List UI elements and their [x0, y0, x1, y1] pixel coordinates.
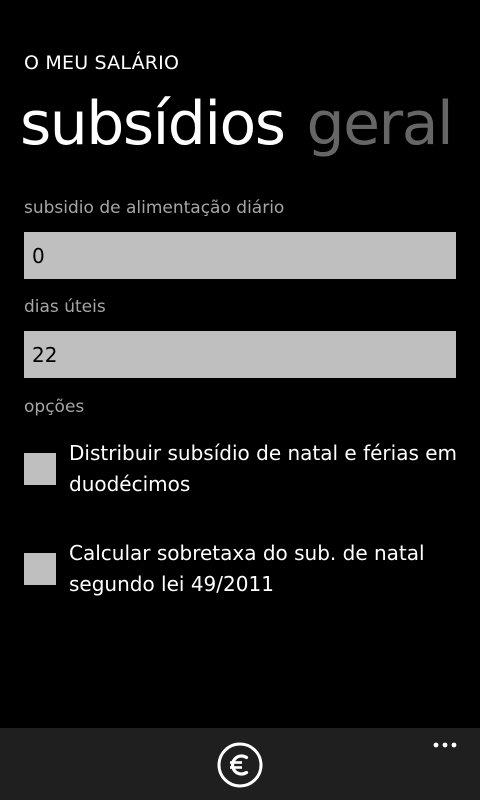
working-days-label: dias úteis — [24, 297, 106, 317]
pivot-header: subsídios geral — [20, 84, 454, 164]
meal-allowance-label: subsidio de alimentação diário — [24, 198, 285, 218]
duodecimos-checkbox[interactable] — [24, 453, 56, 485]
pivot-tab-geral[interactable]: geral — [307, 84, 454, 164]
sobretaxa-checkbox[interactable] — [24, 553, 56, 585]
sobretaxa-checkbox-label: Calcular sobretaxa do sub. de natal segu… — [69, 541, 425, 596]
application-bar — [0, 728, 480, 800]
option-duodecimos[interactable]: Distribuir subsídio de natal e férias em… — [24, 438, 464, 500]
pivot-tab-subsidios[interactable]: subsídios — [20, 84, 286, 164]
euro-icon[interactable] — [216, 741, 264, 789]
options-label: opções — [24, 397, 85, 417]
app-title: O MEU SALÁRIO — [24, 52, 180, 74]
working-days-input[interactable] — [24, 331, 456, 378]
option-sobretaxa[interactable]: Calcular sobretaxa do sub. de natal segu… — [24, 538, 464, 600]
duodecimos-checkbox-label: Distribuir subsídio de natal e férias em… — [69, 441, 458, 496]
ellipsis-icon[interactable] — [425, 732, 465, 754]
meal-allowance-input[interactable] — [24, 232, 456, 279]
